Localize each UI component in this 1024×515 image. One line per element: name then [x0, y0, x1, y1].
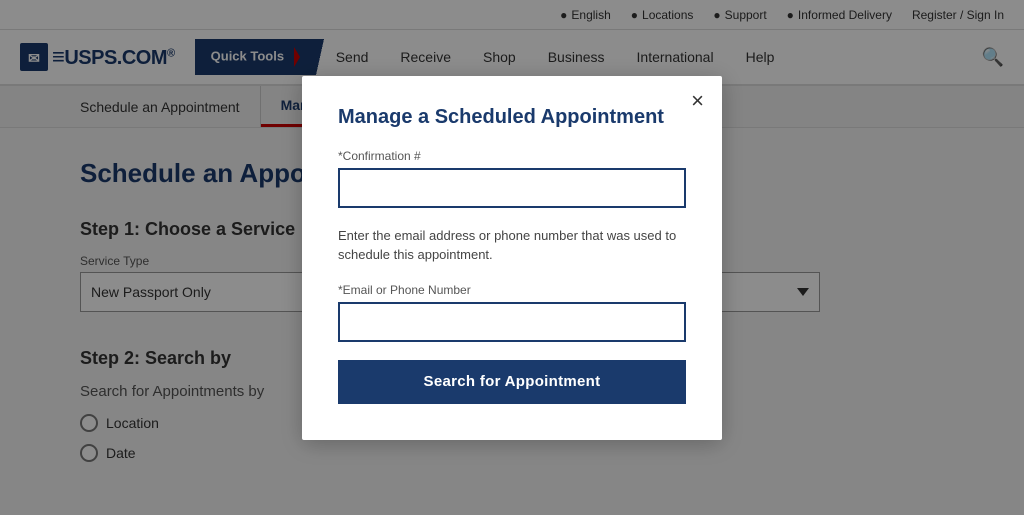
modal-desc: Enter the email address or phone number … [338, 226, 686, 265]
search-appointment-button[interactable]: Search for Appointment [338, 360, 686, 404]
confirmation-input[interactable] [338, 168, 686, 208]
modal-title: Manage a Scheduled Appointment [338, 106, 686, 129]
modal-overlay[interactable]: × Manage a Scheduled Appointment *Confir… [0, 0, 1024, 515]
modal: × Manage a Scheduled Appointment *Confir… [302, 76, 722, 440]
modal-close-button[interactable]: × [691, 90, 704, 112]
confirmation-label: *Confirmation # [338, 149, 686, 163]
email-input[interactable] [338, 302, 686, 342]
email-label: *Email or Phone Number [338, 283, 686, 297]
